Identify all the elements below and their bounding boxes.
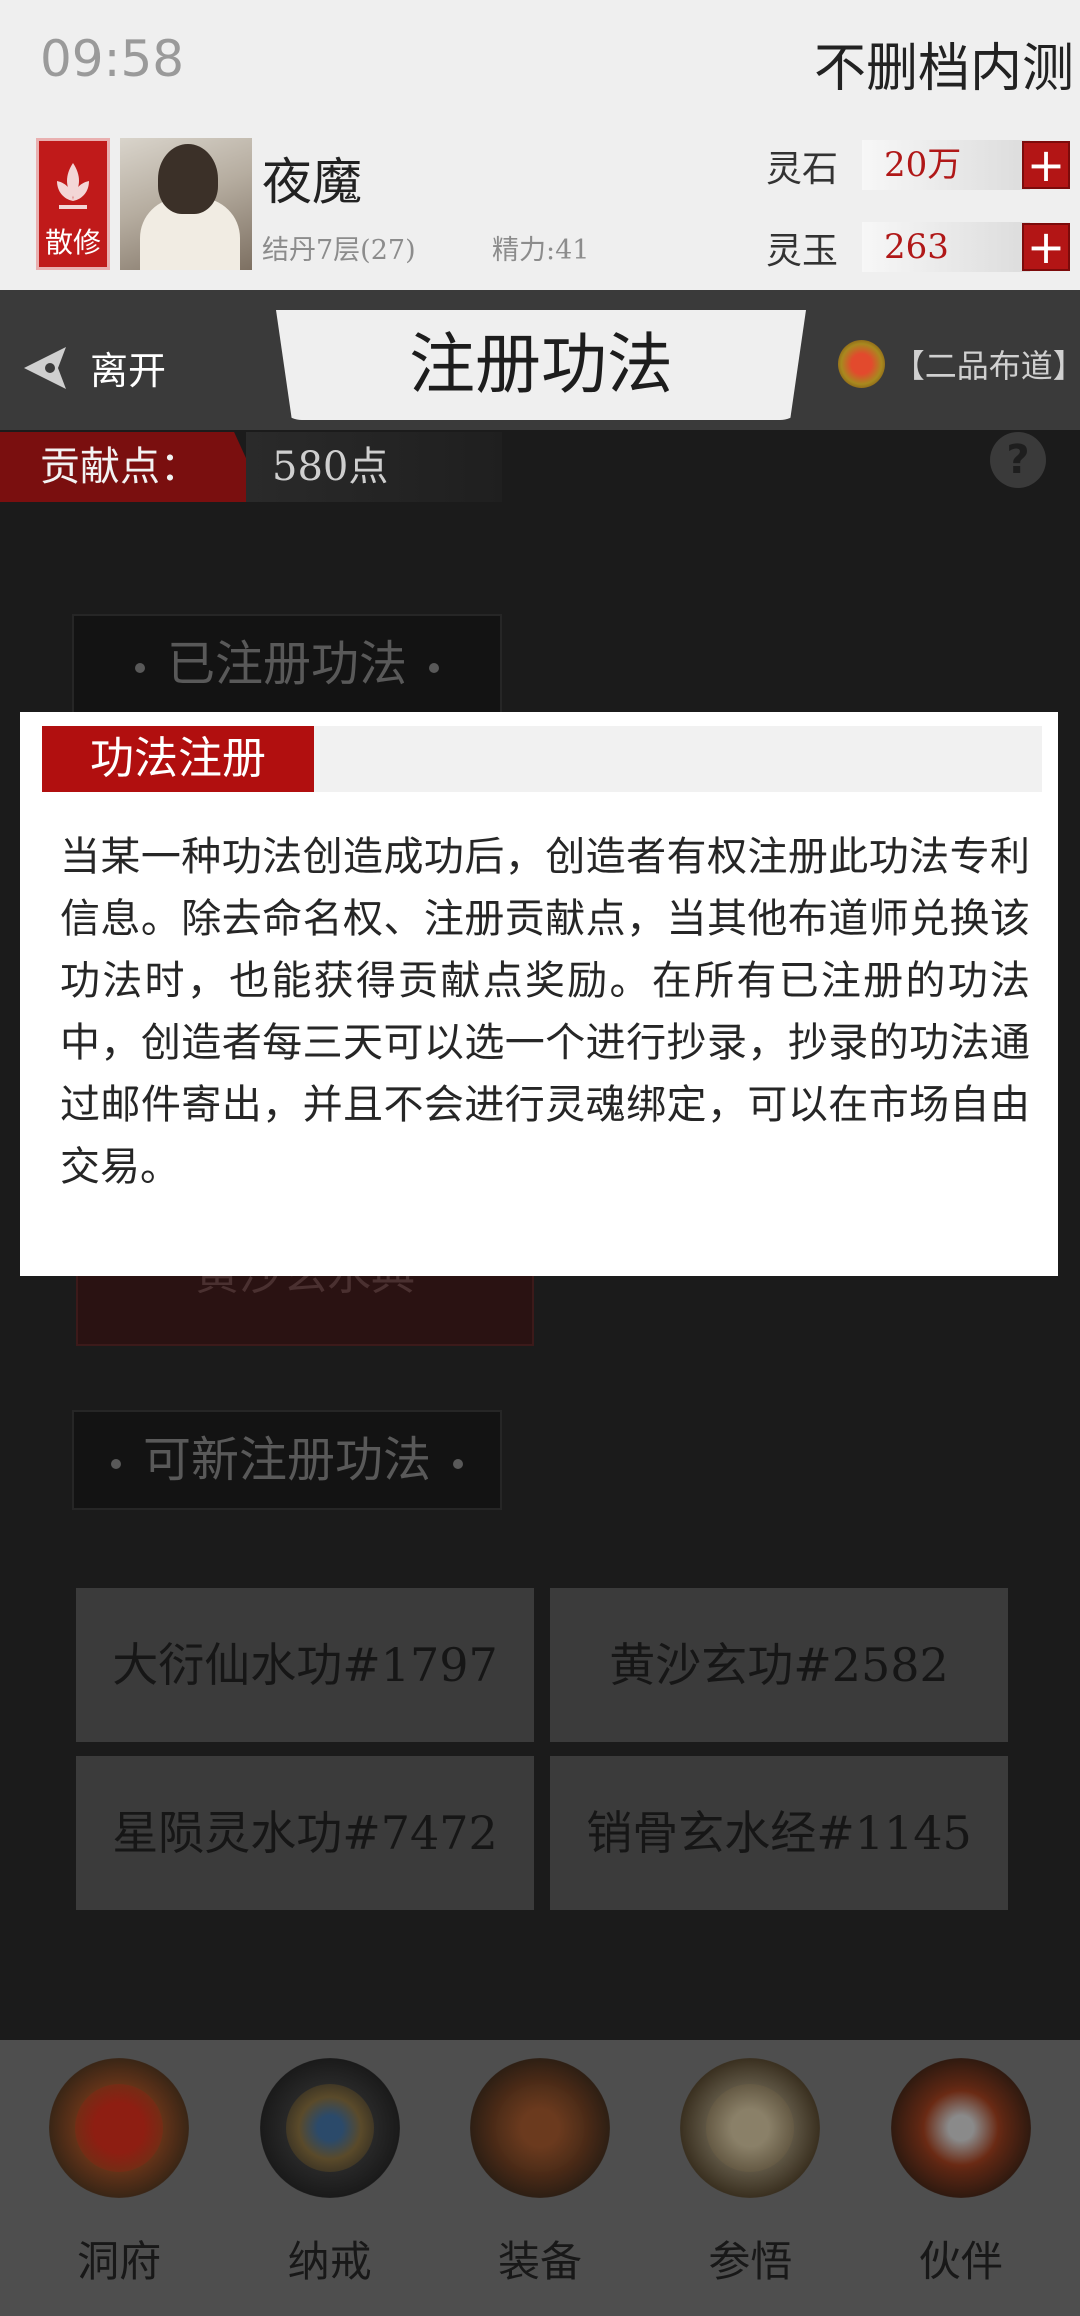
new-section-header: 可新注册功法: [72, 1410, 502, 1510]
nav-storage-ring[interactable]: 纳戒: [235, 2040, 425, 2289]
nav-label: 装备: [497, 2237, 582, 2286]
back-arrow-icon: [24, 346, 66, 389]
player-name: 夜魔: [262, 153, 362, 211]
plus-icon: +: [1026, 138, 1066, 192]
avatar[interactable]: [120, 138, 252, 270]
registered-section-header: 已注册功法: [72, 614, 502, 714]
plus-icon: +: [1026, 220, 1066, 274]
cave-mansion-icon: [49, 2058, 190, 2198]
nav-comprehension[interactable]: 参悟: [655, 2040, 845, 2289]
nav-cave-mansion[interactable]: 洞府: [24, 2040, 214, 2289]
companion-icon: [890, 2058, 1031, 2198]
test-label: 不删档内测: [813, 39, 1074, 99]
clock: 09:58: [40, 30, 185, 88]
help-icon[interactable]: ?: [990, 432, 1046, 488]
nav-label: 伙伴: [918, 2237, 1003, 2286]
nav-equipment[interactable]: 装备: [445, 2040, 635, 2289]
leave-label: 离开: [90, 349, 167, 393]
spirit-stone-value: 20万: [862, 140, 1030, 190]
bottom-nav: 洞府 纳戒 装备 参悟 伙伴: [0, 2040, 1080, 2316]
rank-label: 【二品布道】: [892, 347, 1080, 385]
nav-label: 参悟: [708, 2237, 793, 2286]
rank-badge: 【二品布道】: [838, 340, 1080, 388]
technique-button[interactable]: 黄沙玄功#2582: [550, 1588, 1008, 1742]
technique-button[interactable]: 大衍仙水功#1797: [76, 1588, 534, 1742]
technique-button[interactable]: 销骨玄水经#1145: [550, 1756, 1008, 1910]
contribution-row: 贡献点： 580点: [0, 432, 1080, 502]
equipment-icon: [469, 2058, 610, 2198]
scroll-icon: [680, 2058, 821, 2198]
header-area: 09:58 不删档内测 散修 夜魔 结丹7层(27) 精力:41 灵石 20万 …: [0, 0, 1080, 290]
leave-button[interactable]: 离开: [20, 340, 166, 395]
registered-section-title: 已注册功法: [166, 636, 407, 692]
spirit-jade-label: 灵玉: [766, 231, 839, 272]
sect-badge-label: 散修: [44, 226, 101, 259]
nav-label: 洞府: [77, 2237, 162, 2286]
spirit-jade-value: 263: [862, 222, 1030, 272]
nav-label: 纳戒: [287, 2237, 372, 2286]
technique-button[interactable]: 星陨灵水功#7472: [76, 1756, 534, 1910]
page-title: 注册功法: [276, 310, 806, 420]
lotus-icon: [57, 163, 89, 209]
contribution-label: 贡献点：: [0, 432, 266, 502]
dialog-body-text: 当某一种功法创造成功后，创造者有权注册此功法专利信息。除去命名权、注册贡献点，当…: [60, 834, 1030, 1190]
spirit-stone-label: 灵石: [766, 149, 839, 190]
nav-companion[interactable]: 伙伴: [866, 2040, 1056, 2289]
technique-registration-dialog: 功法注册 当某一种功法创造成功后，创造者有权注册此功法专利信息。除去命名权、注册…: [20, 712, 1058, 1276]
add-spirit-stone-button[interactable]: +: [1022, 141, 1070, 189]
dialog-title: 功法注册: [42, 726, 314, 792]
title-bar: 离开 注册功法 【二品布道】: [0, 290, 1080, 430]
sect-badge[interactable]: 散修: [36, 138, 110, 270]
new-section-title: 可新注册功法: [142, 1432, 431, 1488]
player-energy: 精力:41: [492, 235, 590, 266]
dialog-header: 功法注册: [42, 726, 1042, 792]
player-level: 结丹7层(27): [262, 235, 416, 266]
add-spirit-jade-button[interactable]: +: [1022, 223, 1070, 271]
storage-ring-icon: [259, 2058, 400, 2198]
contribution-value: 580点: [246, 432, 502, 502]
rank-medal-icon: [838, 340, 885, 388]
